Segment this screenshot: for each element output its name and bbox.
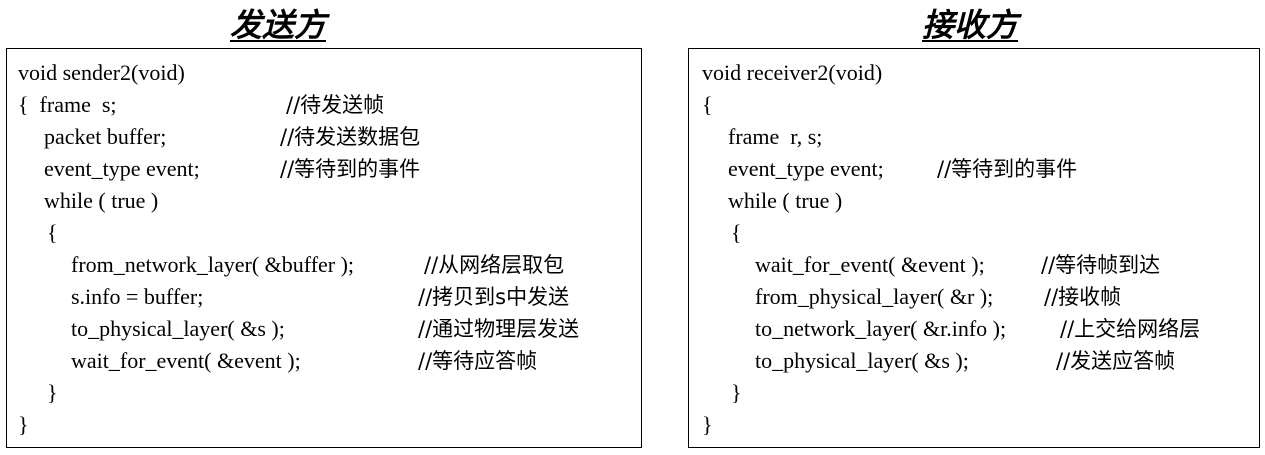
receiver-comment: //接收帧 <box>1044 285 1122 309</box>
sender-code-line: event_type event; <box>44 156 200 181</box>
receiver-code-box: void receiver2(void) { frame r, s; event… <box>688 48 1260 448</box>
sender-code-line: } <box>47 380 58 405</box>
sender-comment: //等待到的事件 <box>280 157 421 181</box>
sender-code-line: to_physical_layer( &s ); <box>71 316 285 341</box>
sender-comment: //从网络层取包 <box>424 253 565 277</box>
sender-comment: //待发送帧 <box>286 93 385 117</box>
receiver-code-line: } <box>731 380 742 405</box>
receiver-code-line: wait_for_event( &event ); <box>755 252 985 277</box>
sender-code-box: void sender2(void) { frame s; //待发送帧 pac… <box>6 48 642 448</box>
receiver-comment: //等待帧到达 <box>1041 253 1161 277</box>
receiver-code-line: event_type event; <box>728 156 884 181</box>
receiver-code-line: { <box>731 220 742 245</box>
receiver-code-line: { <box>702 92 713 117</box>
sender-code-line: packet buffer; <box>44 124 167 149</box>
sender-code-line: void sender2(void) <box>18 60 185 85</box>
receiver-code-line: } <box>702 412 713 437</box>
sender-code-line: from_network_layer( &buffer ); <box>71 252 355 277</box>
receiver-heading: 接收方 <box>922 6 1019 44</box>
sender-code-line: while ( true ) <box>44 188 159 213</box>
receiver-comment: //发送应答帧 <box>1056 349 1176 373</box>
receiver-code-line: void receiver2(void) <box>702 60 883 85</box>
receiver-code-line: to_network_layer( &r.info ); <box>755 316 1007 341</box>
sender-code-line: wait_for_event( &event ); <box>71 348 301 373</box>
receiver-code-line: to_physical_layer( &s ); <box>755 348 969 373</box>
sender-code-line: { frame s; <box>18 92 117 117</box>
sender-code-line: { <box>47 220 58 245</box>
sender-code-line: s.info = buffer; <box>71 284 204 309</box>
sender-comment: //拷贝到s中发送 <box>418 285 570 309</box>
receiver-code-line: frame r, s; <box>728 124 823 149</box>
receiver-code-line: from_physical_layer( &r ); <box>755 284 994 309</box>
receiver-comment: //等待到的事件 <box>937 157 1078 181</box>
receiver-comment: //上交给网络层 <box>1060 317 1201 341</box>
receiver-code-line: while ( true ) <box>728 188 843 213</box>
sender-comment: //待发送数据包 <box>280 125 421 149</box>
sender-comment: //通过物理层发送 <box>418 317 580 341</box>
sender-heading: 发送方 <box>230 6 327 44</box>
sender-code-line: } <box>18 412 29 437</box>
sender-comment: //等待应答帧 <box>418 349 538 373</box>
